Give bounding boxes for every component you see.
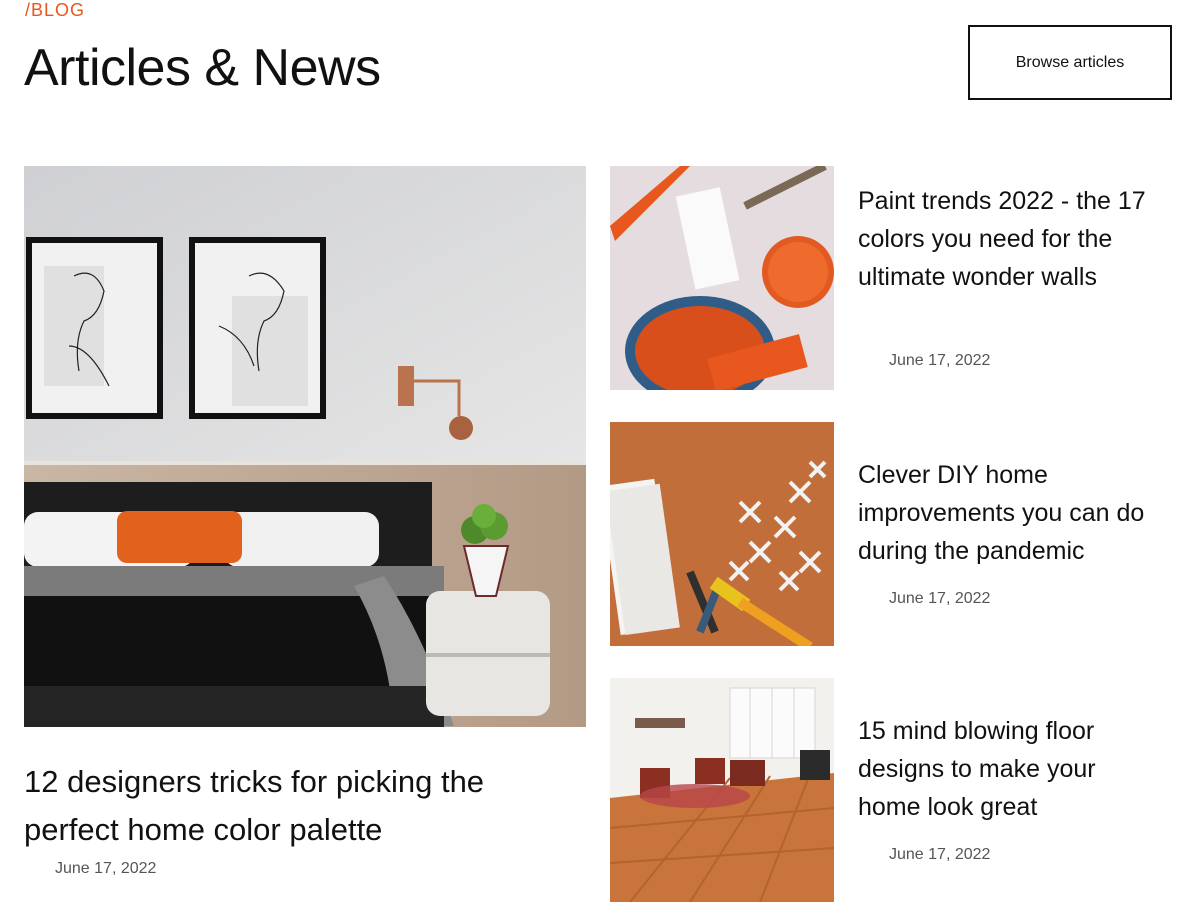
article-image-tiles[interactable] xyxy=(610,422,834,646)
blog-eyebrow: /BLOG xyxy=(25,0,86,20)
page-title: Articles & News xyxy=(24,39,381,97)
article-image-floor[interactable] xyxy=(610,678,834,902)
article-title[interactable]: Clever DIY home improvements you can do … xyxy=(858,456,1158,570)
article-image-paint[interactable] xyxy=(610,166,834,390)
article-date: June 17, 2022 xyxy=(889,846,991,863)
featured-article-date: June 17, 2022 xyxy=(55,860,157,877)
article-date: June 17, 2022 xyxy=(889,352,991,369)
browse-articles-button[interactable]: Browse articles xyxy=(968,25,1172,100)
article-date: June 17, 2022 xyxy=(889,590,991,607)
article-title[interactable]: Paint trends 2022 - the 17 colors you ne… xyxy=(858,182,1158,296)
featured-article-title[interactable]: 12 designers tricks for picking the perf… xyxy=(24,758,584,854)
article-title[interactable]: 15 mind blowing floor designs to make yo… xyxy=(858,712,1158,826)
featured-image[interactable] xyxy=(24,166,586,727)
